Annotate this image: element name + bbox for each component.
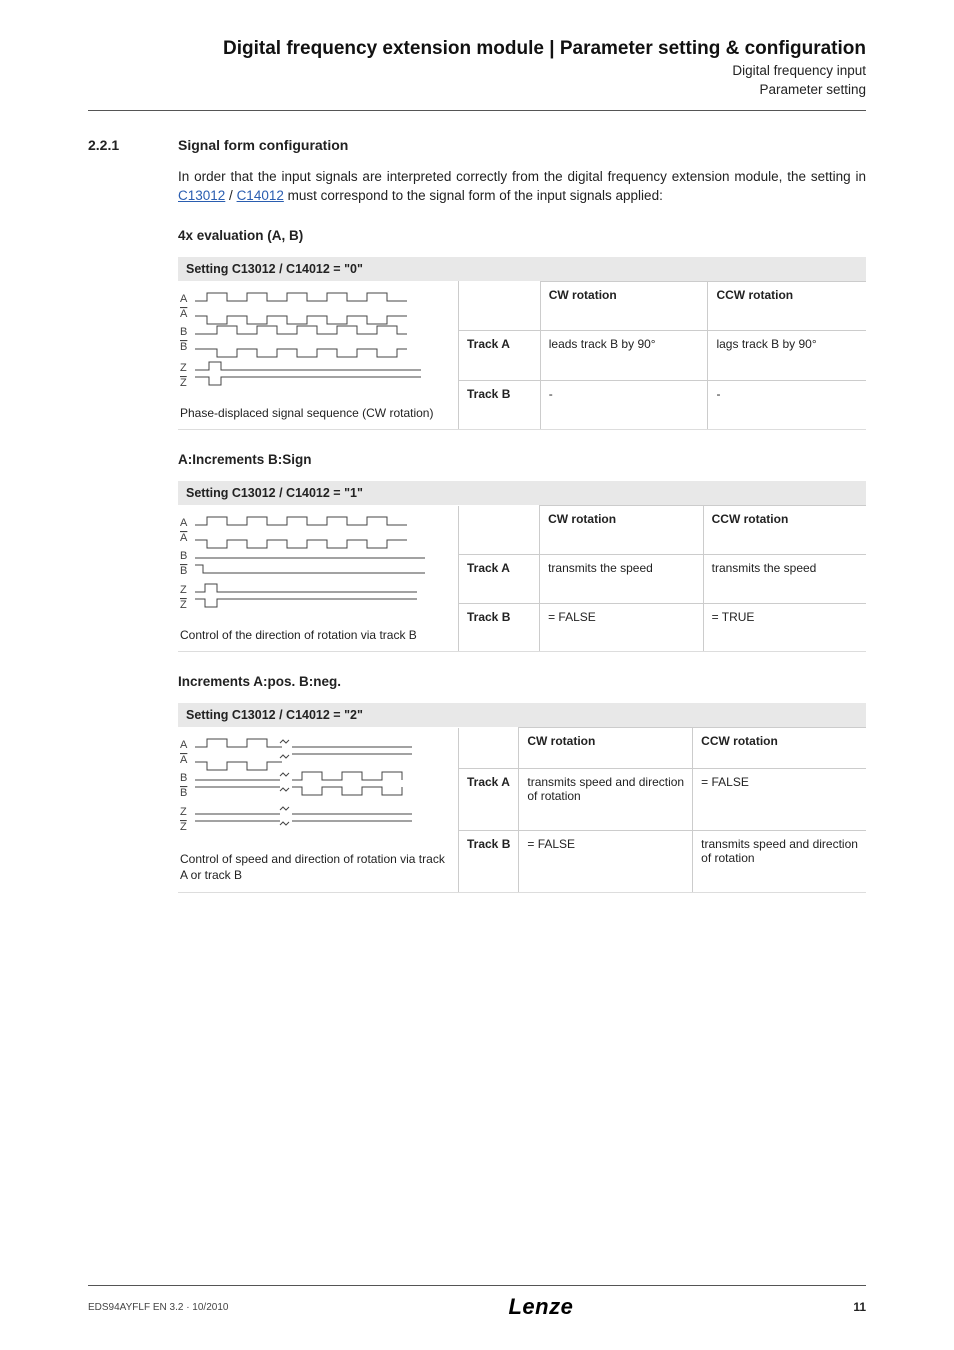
rotation-table-2: CW rotation CCW rotation Track A transmi… — [458, 505, 866, 651]
subhead-incr-sign: A:Increments B:Sign — [178, 452, 866, 467]
intro-text-mid: / — [225, 188, 236, 203]
svg-text:A: A — [180, 308, 188, 320]
svg-text:Z: Z — [180, 377, 187, 389]
col-ccw: CCW rotation — [703, 506, 866, 555]
cell-b-cw: = FALSE — [540, 603, 704, 651]
waveform-diagram-3: A A B B Z — [180, 735, 440, 845]
intro-text-pre: In order that the input signals are inte… — [178, 169, 866, 184]
intro-text-post: must correspond to the signal form of th… — [284, 188, 663, 203]
cell-a-cw: transmits speed and direction of rotatio… — [519, 769, 693, 831]
block-incr-pos-neg: A A B B Z — [178, 727, 866, 892]
row-track-a: Track A — [459, 331, 541, 381]
cell-b-ccw: transmits speed and direction of rotatio… — [693, 830, 866, 891]
col-ccw: CCW rotation — [708, 281, 866, 331]
col-cw: CW rotation — [540, 506, 704, 555]
header-subtitle-2: Parameter setting — [88, 81, 866, 100]
svg-text:B: B — [180, 565, 187, 577]
svg-text:A: A — [180, 517, 188, 529]
section-intro: In order that the input signals are inte… — [178, 167, 866, 206]
waveform-diagram-2: A A B B Z Z — [180, 513, 440, 621]
row-track-b: Track B — [459, 603, 540, 651]
header-divider — [88, 110, 866, 111]
link-c14012[interactable]: C14012 — [237, 188, 284, 203]
cell-a-ccw: lags track B by 90° — [708, 331, 866, 381]
row-track-a: Track A — [459, 554, 540, 603]
cell-b-ccw: = TRUE — [703, 603, 866, 651]
block-incr-sign: A A B B Z Z Control of the direction of … — [178, 505, 866, 652]
section-number: 2.2.1 — [88, 137, 178, 153]
rotation-table-3: CW rotation CCW rotation Track A transmi… — [458, 727, 866, 891]
svg-text:B: B — [180, 550, 187, 562]
svg-text:B: B — [180, 341, 187, 353]
footer-doc-id: EDS94AYFLF EN 3.2 · 10/2010 — [88, 1302, 228, 1313]
diagram-caption-3: Control of speed and direction of rotati… — [180, 852, 445, 882]
cell-b-cw: = FALSE — [519, 830, 693, 891]
lenze-logo: Lenze — [508, 1294, 573, 1320]
cell-a-cw: leads track B by 90° — [540, 331, 708, 381]
svg-text:Z: Z — [180, 806, 187, 818]
cell-a-ccw: = FALSE — [693, 769, 866, 831]
svg-text:Z: Z — [180, 362, 187, 374]
svg-text:A: A — [180, 754, 188, 766]
page-footer: EDS94AYFLF EN 3.2 · 10/2010 Lenze 11 — [0, 1285, 954, 1320]
subhead-incr-pos-neg: Increments A:pos. B:neg. — [178, 674, 866, 689]
setting-bar-1: Setting C13012 / C14012 = "1" — [178, 481, 866, 505]
setting-bar-0: Setting C13012 / C14012 = "0" — [178, 257, 866, 281]
diagram-caption-2: Control of the direction of rotation via… — [180, 628, 417, 642]
svg-text:A: A — [180, 293, 188, 305]
cell-b-ccw: - — [708, 380, 866, 429]
svg-text:B: B — [180, 326, 187, 338]
section-title: Signal form configuration — [178, 137, 348, 153]
svg-text:A: A — [180, 739, 188, 751]
cell-a-ccw: transmits the speed — [703, 554, 866, 603]
page-number: 11 — [853, 1300, 866, 1314]
diagram-caption-1: Phase-displaced signal sequence (CW rota… — [180, 406, 433, 420]
svg-text:B: B — [180, 772, 187, 784]
svg-text:A: A — [180, 532, 188, 544]
setting-bar-2: Setting C13012 / C14012 = "2" — [178, 703, 866, 727]
cell-b-cw: - — [540, 380, 708, 429]
block-4x-eval: A A B B Z Z Phase-displaced signal seque… — [178, 281, 866, 430]
svg-text:Z: Z — [180, 584, 187, 596]
row-track-a: Track A — [459, 769, 519, 831]
col-cw: CW rotation — [540, 281, 708, 331]
rotation-table-1: CW rotation CCW rotation Track A leads t… — [458, 281, 866, 429]
waveform-diagram-1: A A B B Z Z — [180, 289, 440, 399]
link-c13012[interactable]: C13012 — [178, 188, 225, 203]
row-track-b: Track B — [459, 380, 541, 429]
header-subtitle-1: Digital frequency input — [88, 62, 866, 81]
svg-text:Z: Z — [180, 821, 187, 833]
col-ccw: CCW rotation — [693, 728, 866, 769]
svg-text:Z: Z — [180, 599, 187, 611]
cell-a-cw: transmits the speed — [540, 554, 704, 603]
page-title: Digital frequency extension module | Par… — [88, 38, 866, 60]
svg-text:B: B — [180, 787, 187, 799]
row-track-b: Track B — [459, 830, 519, 891]
subhead-4x-eval: 4x evaluation (A, B) — [178, 228, 866, 243]
col-cw: CW rotation — [519, 728, 693, 769]
